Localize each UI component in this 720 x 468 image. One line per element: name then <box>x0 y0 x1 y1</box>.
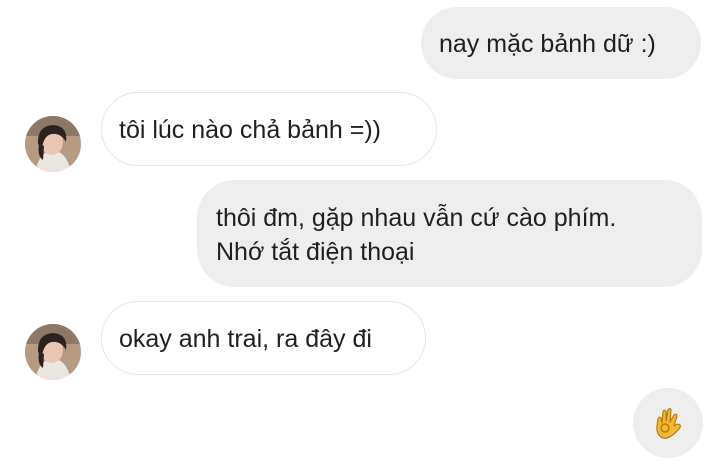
message-text: tôi lúc nào chả bảnh =)) <box>119 116 381 144</box>
sent-message-bubble[interactable]: nay mặc bảnh dữ :) <box>421 7 701 79</box>
received-message-bubble[interactable]: tôi lúc nào chả bảnh =)) <box>101 92 437 166</box>
ok-hand-icon <box>656 407 681 439</box>
message-text: okay anh trai, ra đây đi <box>119 325 372 353</box>
avatar-photo <box>25 116 81 172</box>
message-text-line-2: Nhớ tắt điện thoại <box>216 238 415 266</box>
contact-avatar[interactable] <box>25 116 81 172</box>
chat-screen: { "messages": [ { "from": "me", "lines":… <box>0 0 720 468</box>
reaction-bubble[interactable] <box>633 388 703 458</box>
message-text-line-1: thôi đm, gặp nhau vẫn cứ cào phím. <box>216 204 617 232</box>
contact-avatar[interactable] <box>25 324 81 380</box>
received-message-bubble[interactable]: okay anh trai, ra đây đi <box>101 301 426 375</box>
avatar-photo <box>25 324 81 380</box>
message-text: nay mặc bảnh dữ :) <box>439 30 656 58</box>
sent-message-bubble[interactable]: thôi đm, gặp nhau vẫn cứ cào phím. Nhớ t… <box>197 180 702 287</box>
